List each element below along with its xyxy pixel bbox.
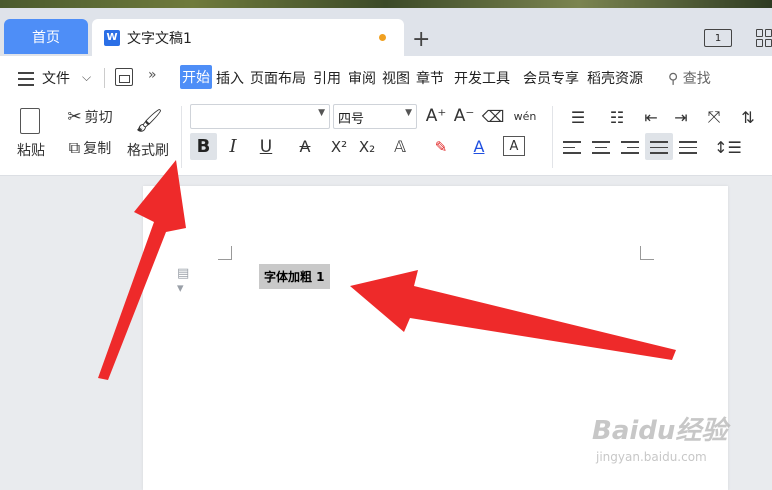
grid-apps-icon[interactable] bbox=[756, 29, 772, 47]
char-border-icon[interactable]: A bbox=[503, 136, 525, 156]
font-size-value: 四号 bbox=[338, 112, 365, 127]
clipboard-icon bbox=[20, 108, 40, 134]
brush-icon: 🖌 bbox=[135, 108, 163, 134]
ribbon-divider bbox=[181, 106, 182, 168]
superscript-icon[interactable]: X² bbox=[326, 133, 352, 160]
more-menu-button[interactable]: » bbox=[148, 67, 157, 83]
shrink-font-icon[interactable]: A⁻ bbox=[452, 104, 476, 128]
line-spacing-icon[interactable]: ↕☰ bbox=[711, 134, 745, 160]
font-name-select[interactable]: ▼ bbox=[190, 104, 330, 129]
grow-font-icon[interactable]: A⁺ bbox=[424, 104, 448, 128]
strikethrough-icon[interactable]: A bbox=[288, 133, 322, 160]
menu-bar: 文件 ⌵ » 开始 插入 页面布局 引用 审阅 视图 章节 开发工具 会员专享 … bbox=[0, 56, 772, 100]
highlight-pen-icon[interactable]: ✎ bbox=[424, 133, 458, 160]
increase-indent-icon[interactable]: ⇥ bbox=[668, 105, 694, 129]
baidu-watermark: Baidu经验 bbox=[592, 416, 728, 446]
baidu-watermark-url: jingyan.baidu.com bbox=[596, 450, 707, 464]
search-box[interactable]: ⚲ 查找 bbox=[668, 68, 711, 88]
distribute-icon[interactable] bbox=[679, 141, 697, 158]
search-icon: ⚲ bbox=[668, 71, 683, 87]
justify-icon bbox=[650, 141, 668, 158]
tab-document-label: 文字文稿1 bbox=[127, 30, 192, 47]
bold-button[interactable]: B bbox=[190, 133, 217, 160]
window-layout-icon[interactable]: 1 bbox=[704, 29, 732, 47]
paragraph-layout-icon[interactable]: ▤ ▾ bbox=[177, 266, 191, 296]
cut-button[interactable]: ✂ 剪切 bbox=[60, 106, 120, 128]
font-size-select[interactable]: 四号 ▼ bbox=[333, 104, 417, 129]
menu-page-layout[interactable]: 页面布局 bbox=[250, 68, 306, 88]
selected-text[interactable]: 字体加粗 1 bbox=[259, 264, 330, 289]
tab-document[interactable]: W 文字文稿1 bbox=[92, 19, 404, 56]
subscript-icon[interactable]: X₂ bbox=[354, 133, 380, 160]
ribbon-divider bbox=[552, 106, 553, 168]
numbered-list-icon[interactable]: ☷ bbox=[600, 105, 634, 129]
menu-review[interactable]: 审阅 bbox=[348, 68, 376, 88]
chevron-down-icon: ▼ bbox=[318, 108, 325, 118]
copy-icon: ⧉ bbox=[68, 138, 81, 157]
cut-label: 剪切 bbox=[84, 110, 113, 126]
chevron-down-icon[interactable]: ⌵ bbox=[82, 70, 91, 85]
copy-button[interactable]: ⧉ 复制 bbox=[60, 137, 120, 159]
pinyin-guide-button[interactable]: wén bbox=[510, 103, 540, 129]
scissors-icon: ✂ bbox=[67, 107, 82, 127]
search-label: 查找 bbox=[682, 71, 711, 87]
paste-label[interactable]: 粘贴 bbox=[10, 140, 52, 160]
align-right-icon[interactable] bbox=[621, 141, 639, 158]
menu-developer[interactable]: 开发工具 bbox=[454, 68, 510, 88]
ribbon-toolbar: 粘贴 ✂ 剪切 ⧉ 复制 🖌 格式刷 ▼ 四号 ▼ A⁺ A⁻ ⌫ wén B I … bbox=[0, 100, 772, 176]
tab-home[interactable]: 首页 bbox=[4, 19, 88, 54]
underline-button[interactable]: U bbox=[248, 133, 284, 160]
eraser-icon[interactable]: ⌫ bbox=[481, 104, 505, 128]
bullet-list-icon[interactable]: ☰ bbox=[561, 105, 595, 129]
save-icon[interactable] bbox=[115, 68, 133, 86]
align-left-icon[interactable] bbox=[563, 141, 581, 158]
hamburger-menu-icon[interactable] bbox=[18, 72, 34, 90]
italic-button[interactable]: I bbox=[222, 133, 244, 160]
top-background-strip bbox=[0, 0, 772, 8]
text-effect-icon[interactable]: 𝔸 bbox=[383, 133, 417, 160]
format-painter-button[interactable]: 🖌 bbox=[124, 104, 174, 138]
format-painter-label[interactable]: 格式刷 bbox=[122, 140, 174, 160]
text-direction-icon[interactable]: ⤧ bbox=[697, 105, 731, 129]
menu-start[interactable]: 开始 bbox=[180, 65, 212, 89]
writer-doc-icon: W bbox=[104, 29, 120, 46]
copy-label: 复制 bbox=[83, 141, 112, 157]
unsaved-dot-icon bbox=[379, 34, 386, 41]
margin-corner-mark bbox=[640, 246, 654, 260]
paste-button[interactable] bbox=[10, 104, 50, 140]
new-tab-button[interactable]: + bbox=[412, 27, 430, 52]
chevron-down-icon: ▼ bbox=[405, 108, 412, 118]
menu-docer-resources[interactable]: 稻壳资源 bbox=[587, 68, 643, 88]
decrease-indent-icon[interactable]: ⇤ bbox=[638, 105, 664, 129]
menu-view[interactable]: 视图 bbox=[382, 68, 410, 88]
sort-icon[interactable]: ⇅ bbox=[735, 105, 761, 129]
menu-file[interactable]: 文件 bbox=[42, 68, 70, 88]
margin-corner-mark bbox=[218, 246, 232, 260]
menu-member[interactable]: 会员专享 bbox=[523, 68, 579, 88]
menu-insert[interactable]: 插入 bbox=[216, 68, 244, 88]
menu-divider bbox=[104, 68, 105, 88]
align-center-icon[interactable] bbox=[592, 141, 610, 158]
menu-references[interactable]: 引用 bbox=[313, 68, 341, 88]
tab-bar: 首页 W 文字文稿1 + 1 bbox=[0, 8, 772, 56]
menu-chapter[interactable]: 章节 bbox=[416, 68, 444, 88]
font-color-icon[interactable]: A bbox=[462, 133, 496, 160]
